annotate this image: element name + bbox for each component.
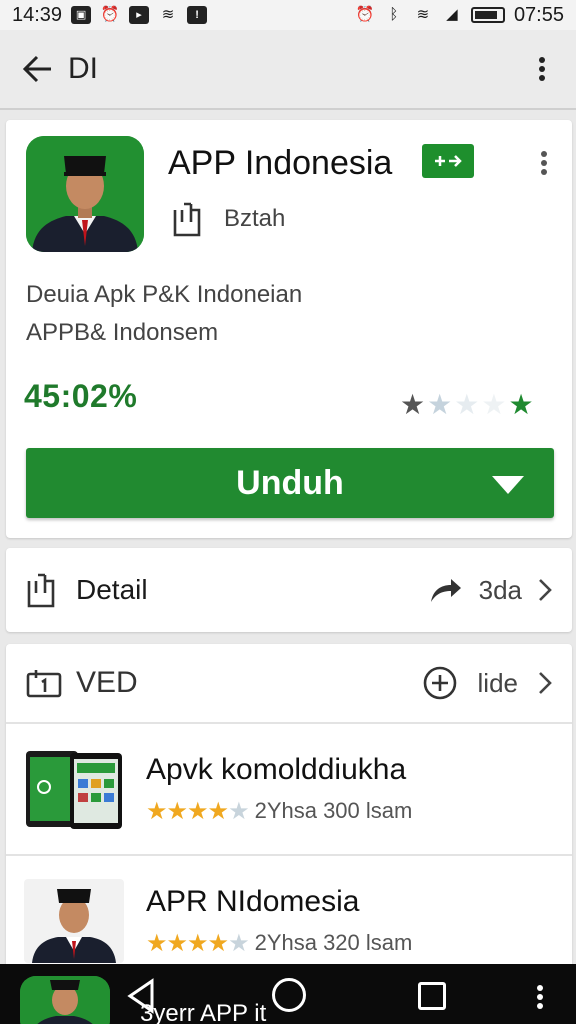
list-section: VED lide Apvk komolddiukha ★★★★★ 2Yhsa 3… (6, 644, 572, 984)
app-icon[interactable] (26, 136, 144, 252)
nav-recents-button[interactable] (418, 982, 446, 1010)
status-right: ⏰ ᛒ ≋ ◢ 07:55 (355, 4, 564, 27)
star-icon: ★ (427, 389, 453, 420)
person-portrait-icon (26, 136, 144, 252)
list-header: VED lide (6, 644, 572, 724)
document-icon (27, 573, 55, 608)
list-item-name: Apvk komolddiukha (146, 752, 407, 786)
detail-right: 3da (429, 575, 552, 606)
download-label: Unduh (236, 463, 344, 502)
star-rating: ★★★★★ (146, 797, 250, 825)
list-item-text: Apvk komolddiukha ★★★★★ 2Yhsa 300 lsam (146, 753, 412, 826)
share-icon[interactable] (429, 576, 463, 604)
more-vertical-icon (541, 151, 547, 175)
description-line: APPB& Indonsem (26, 319, 219, 346)
list-item-info: 2Yhsa 300 lsam (254, 798, 413, 823)
see-all-label: lide (477, 667, 518, 698)
menu-button[interactable] (530, 49, 554, 89)
nav-menu-button[interactable] (530, 980, 550, 1014)
play-icon: ▸ (129, 6, 150, 24)
detail-label: Detail (76, 574, 148, 605)
calendar-icon (26, 670, 62, 698)
rating-percent: 45:02% (24, 378, 138, 414)
alarm-icon: ⏰ (100, 6, 120, 23)
person-thumbnail-icon (24, 879, 124, 963)
app-name: APP Indonesia (168, 144, 393, 182)
app-card: APP Indonesia Bztah Deuia Apk P&K Indone… (6, 120, 572, 538)
app-description: Deuia Apk P&K Indoneian APPB& Indonsem (26, 276, 302, 352)
more-vertical-icon (537, 985, 543, 1009)
chevron-right-icon (539, 672, 552, 694)
alarm-icon: ⏰ (355, 6, 375, 23)
description-line: Deuia Apk P&K Indoneian (26, 281, 303, 308)
document-icon (173, 202, 201, 237)
transfer-badge[interactable] (422, 144, 474, 178)
page-title: DI (68, 52, 98, 85)
add-circle-icon (423, 666, 456, 700)
wifi-icon: ≋ (416, 6, 430, 23)
list-item-name: APR NIdomesia (146, 884, 360, 918)
app-card-menu-button[interactable] (534, 146, 554, 180)
list-item[interactable]: Apvk komolddiukha ★★★★★ 2Yhsa 300 lsam (6, 724, 572, 856)
more-vertical-icon (539, 57, 545, 81)
status-time: 14:39 (12, 3, 63, 26)
list-item-text: APR NIdomesia ★★★★★ 2Yhsa 320 lsam (146, 885, 412, 958)
status-time-right: 07:55 (513, 3, 564, 26)
star-icon: ★ (508, 389, 534, 420)
battery-icon (470, 7, 505, 23)
chevron-right-icon (539, 579, 552, 601)
detail-value: 3da (478, 574, 522, 605)
dropdown-arrow-icon[interactable] (492, 476, 524, 494)
status-left: 14:39 ▣ ⏰ ▸ ≋ ! (12, 3, 208, 27)
tablet-thumbnail-icon (24, 747, 124, 831)
star-icon: ★ (400, 389, 426, 420)
list-item-info: 2Yhsa 320 lsam (254, 930, 413, 955)
developer-name: Bztah (224, 205, 286, 232)
signal-icon: ◢ (446, 6, 458, 23)
nav-home-button[interactable] (272, 978, 306, 1012)
star-icon: ★ (454, 389, 480, 420)
list-item-meta: ★★★★★ 2Yhsa 300 lsam (146, 797, 412, 826)
navigation-bar: 3yerr APP it (0, 964, 576, 1024)
section-title: VED (76, 666, 138, 699)
star-icon: ★ (481, 389, 507, 420)
star-rating: ★★★★★ (146, 929, 250, 957)
app-bar: DI (0, 30, 576, 110)
arrow-left-icon (23, 55, 51, 83)
wifi-icon: ≋ (161, 6, 175, 23)
notification-icon: ! (187, 6, 208, 24)
nav-label: 3yerr APP it (140, 1000, 267, 1024)
photo-icon: ▣ (71, 6, 92, 24)
developer-row[interactable]: Bztah (172, 200, 285, 238)
transfer-icon (435, 155, 462, 167)
detail-row[interactable]: Detail 3da (6, 548, 572, 632)
download-button[interactable]: Unduh (26, 448, 554, 518)
status-bar: 14:39 ▣ ⏰ ▸ ≋ ! ⏰ ᛒ ≋ ◢ 07:55 (0, 0, 576, 30)
back-button[interactable] (22, 53, 54, 85)
bluetooth-icon: ᛒ (389, 6, 399, 23)
app-thumbnail-icon[interactable] (20, 976, 110, 1024)
list-item-meta: ★★★★★ 2Yhsa 320 lsam (146, 929, 412, 958)
rating-stars: ★ ★ ★ ★ ★ (400, 390, 534, 420)
see-all-link[interactable]: lide (422, 665, 552, 701)
